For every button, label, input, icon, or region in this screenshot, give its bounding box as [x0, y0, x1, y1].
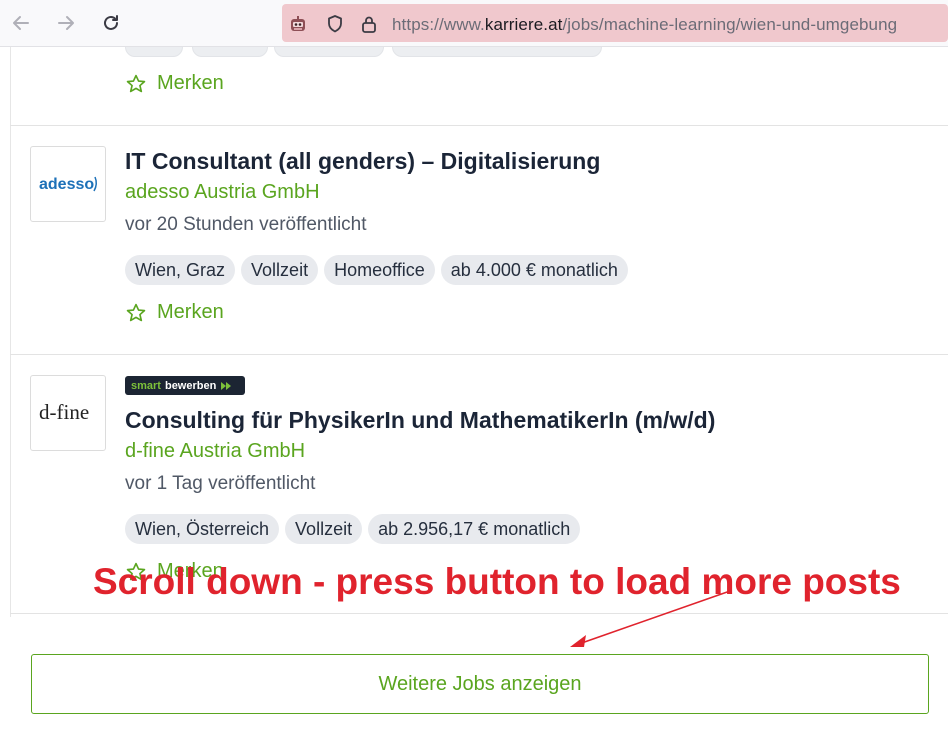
reload-icon[interactable] — [97, 9, 125, 37]
bookmark-button[interactable]: Merken — [125, 301, 224, 324]
load-more-button[interactable]: Weitere Jobs anzeigen — [31, 654, 929, 714]
job-title[interactable]: Consulting für PhysikerIn und Mathematik… — [125, 407, 715, 434]
forward-icon[interactable] — [52, 9, 80, 37]
tag-clipped — [274, 47, 384, 57]
tag-homeoffice: Homeoffice — [324, 255, 435, 285]
bookmark-label: Merken — [157, 301, 224, 323]
divider — [10, 613, 948, 614]
tag-location: Wien, Österreich — [125, 514, 280, 544]
tag-clipped — [192, 47, 268, 57]
badge-smart: smart — [131, 379, 161, 392]
shield-icon[interactable] — [325, 14, 345, 34]
tag-clipped — [392, 47, 602, 57]
company-logo-dfine[interactable]: d-fine — [30, 375, 106, 451]
play-arrows-icon — [221, 381, 232, 390]
job-list-page: Merken adesso IT Consultant (all genders… — [0, 47, 948, 750]
lock-icon[interactable] — [359, 14, 379, 34]
star-icon — [126, 74, 146, 92]
tag-salary: ab 2.956,17 € monatlich — [368, 514, 581, 544]
logo-text: d-fine — [39, 400, 89, 424]
divider — [10, 354, 948, 355]
bookmark-label: Merken — [157, 72, 224, 94]
left-border — [10, 47, 11, 617]
url-prefix: https://www. — [392, 15, 485, 34]
robot-icon[interactable] — [288, 14, 308, 34]
logo-text: adesso — [39, 176, 94, 193]
job-tags: Wien, Österreich Vollzeit ab 2.956,17 € … — [125, 514, 581, 544]
tag-clipped — [125, 47, 183, 57]
star-icon — [126, 303, 146, 321]
company-logo-adesso[interactable]: adesso — [30, 146, 106, 222]
tag-salary: ab 4.000 € monatlich — [440, 255, 628, 285]
tag-employment: Vollzeit — [241, 255, 319, 285]
posted-time: vor 20 Stunden veröffentlicht — [125, 214, 367, 235]
divider — [10, 125, 948, 126]
smart-apply-badge: smart bewerben — [125, 376, 245, 395]
back-icon[interactable] — [7, 9, 35, 37]
tag-employment: Vollzeit — [285, 514, 363, 544]
company-name[interactable]: d-fine Austria GmbH — [125, 440, 305, 463]
job-title[interactable]: IT Consultant (all genders) – Digitalisi… — [125, 148, 600, 175]
annotation-text: Scroll down - press button to load more … — [93, 561, 901, 602]
badge-bewerben: bewerben — [164, 379, 217, 392]
url-host: karriere.at — [484, 15, 563, 34]
browser-toolbar: https://www.karriere.at/jobs/machine-lea… — [0, 0, 948, 47]
annotation-arrow-icon — [570, 590, 731, 647]
posted-time: vor 1 Tag veröffentlicht — [125, 473, 316, 494]
url-text[interactable]: https://www.karriere.at/jobs/machine-lea… — [392, 15, 897, 35]
address-bar[interactable]: https://www.karriere.at/jobs/machine-lea… — [282, 4, 948, 42]
url-path: /jobs/machine-learning/wien-und-umgebung — [562, 15, 898, 34]
company-name[interactable]: adesso Austria GmbH — [125, 181, 320, 204]
tag-location: Wien, Graz — [125, 255, 236, 285]
bookmark-button[interactable]: Merken — [125, 72, 224, 95]
job-tags: Wien, Graz Vollzeit Homeoffice ab 4.000 … — [125, 255, 628, 285]
